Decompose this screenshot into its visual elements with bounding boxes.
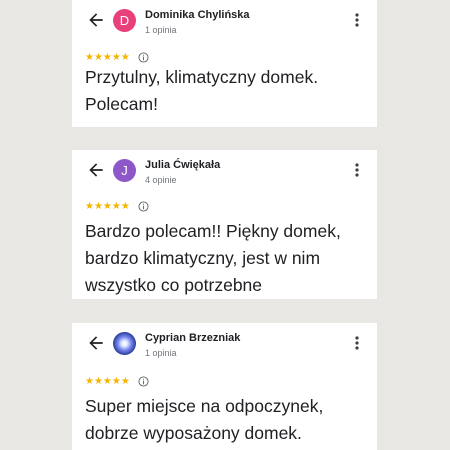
arrow-back-icon[interactable] <box>86 10 106 30</box>
star-rating: ★★★★★ <box>85 376 130 387</box>
author-name[interactable]: Julia Ćwiękała <box>145 159 220 171</box>
review-card: J Julia Ćwiękała 4 opinie ★★★★★ Bardzo p… <box>72 150 377 299</box>
review-count: 1 opinia <box>145 25 177 35</box>
more-vert-icon[interactable] <box>353 162 361 178</box>
review-card: Cyprian Brzezniak 1 opinia ★★★★★ Super m… <box>72 323 377 450</box>
more-vert-icon[interactable] <box>353 335 361 351</box>
arrow-back-icon[interactable] <box>86 160 106 180</box>
review-count: 1 opinia <box>145 348 177 358</box>
info-icon[interactable] <box>138 201 149 212</box>
more-vert-icon[interactable] <box>353 12 361 28</box>
info-icon[interactable] <box>138 376 149 387</box>
info-icon[interactable] <box>138 52 149 63</box>
star-rating: ★★★★★ <box>85 52 130 63</box>
avatar[interactable]: J <box>113 159 136 182</box>
avatar[interactable]: D <box>113 9 136 32</box>
author-name[interactable]: Cyprian Brzezniak <box>145 332 240 344</box>
review-card: D Dominika Chylińska 1 opinia ★★★★★ Przy… <box>72 0 377 127</box>
review-text: Super miejsce na odpoczynek, dobrze wypo… <box>85 396 324 443</box>
author-name[interactable]: Dominika Chylińska <box>145 9 250 21</box>
arrow-back-icon[interactable] <box>86 333 106 353</box>
star-rating: ★★★★★ <box>85 201 130 212</box>
review-text: Przytulny, klimatyczny domek. Polecam! <box>85 67 319 114</box>
review-text: Bardzo polecam!! Piękny domek, bardzo kl… <box>85 221 341 295</box>
review-count: 4 opinie <box>145 175 177 185</box>
avatar[interactable] <box>113 332 136 355</box>
